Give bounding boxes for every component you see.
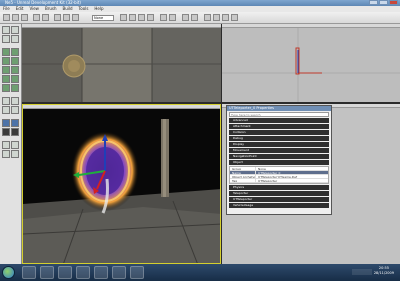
property-row[interactable]: Tag UTTeleporter bbox=[230, 179, 328, 183]
udk-taskbar-icon[interactable] bbox=[130, 266, 144, 279]
properties-title[interactable]: UTTeleporter_0 Properties bbox=[227, 106, 331, 111]
add-volume-icon[interactable] bbox=[2, 119, 10, 127]
perspective-viewport-main[interactable] bbox=[22, 104, 221, 264]
window-controls bbox=[368, 0, 398, 5]
stone-floor-scene bbox=[22, 28, 221, 102]
curved-stair-brush-icon[interactable] bbox=[11, 57, 19, 65]
mirror-y-icon[interactable] bbox=[11, 150, 19, 158]
property-key: Object Archetype bbox=[232, 175, 256, 178]
sheet-brush-icon[interactable] bbox=[2, 75, 10, 83]
select-icon[interactable] bbox=[11, 119, 19, 127]
category-teleporter[interactable]: Teleporter bbox=[229, 191, 329, 196]
search-icon[interactable] bbox=[54, 14, 61, 21]
explorer-taskbar-icon[interactable] bbox=[22, 266, 36, 279]
category-navigationpoint[interactable]: NavigationPoint bbox=[229, 154, 329, 159]
play-console-icon[interactable] bbox=[169, 14, 176, 21]
windows-taskbar: 20:55 28/11/2009 bbox=[0, 264, 400, 281]
minimize-button[interactable] bbox=[369, 0, 378, 5]
geometry-mode-icon[interactable] bbox=[11, 26, 19, 34]
property-key: Tag bbox=[230, 179, 256, 182]
main-toolbar: None bbox=[0, 12, 400, 24]
grid-icon[interactable] bbox=[204, 14, 211, 21]
close-button[interactable] bbox=[389, 0, 398, 5]
category-collision[interactable]: Collision bbox=[229, 130, 329, 135]
system-tray[interactable] bbox=[352, 269, 372, 275]
category-physics[interactable]: Physics bbox=[229, 185, 329, 190]
snap-icon[interactable] bbox=[213, 14, 220, 21]
category-debug[interactable]: Debug bbox=[229, 136, 329, 141]
maximize-button[interactable] bbox=[379, 0, 388, 5]
new-icon[interactable] bbox=[3, 14, 10, 21]
open-icon[interactable] bbox=[12, 14, 19, 21]
clock-date: 28/11/2009 bbox=[373, 271, 394, 275]
search-select[interactable]: None bbox=[92, 15, 114, 21]
app-taskbar-icon[interactable] bbox=[76, 266, 90, 279]
category-movement[interactable]: Movement bbox=[229, 148, 329, 153]
build-all-icon[interactable] bbox=[147, 14, 154, 21]
category-display[interactable]: Display bbox=[229, 142, 329, 147]
redo-icon[interactable] bbox=[42, 14, 49, 21]
csg-add-icon[interactable] bbox=[2, 97, 10, 105]
build-paths-icon[interactable] bbox=[138, 14, 145, 21]
cube-brush-icon[interactable] bbox=[2, 48, 10, 56]
teleporter-scene bbox=[23, 109, 220, 263]
properties-panel: UTTeleporter_0 Properties Type here to s… bbox=[226, 105, 332, 215]
start-button[interactable] bbox=[2, 266, 15, 279]
csg-intersect-icon[interactable] bbox=[2, 106, 10, 114]
mode-toolbar bbox=[0, 24, 22, 264]
show-all-icon[interactable] bbox=[2, 141, 10, 149]
property-value[interactable]: UTTeleporter_0 bbox=[256, 171, 328, 174]
skype-taskbar-icon[interactable] bbox=[94, 266, 108, 279]
spiral-stair-brush-icon[interactable] bbox=[11, 66, 19, 74]
camera-mode-icon[interactable] bbox=[2, 26, 10, 34]
undo-icon[interactable] bbox=[33, 14, 40, 21]
folder-taskbar-icon[interactable] bbox=[112, 266, 126, 279]
property-key: Group bbox=[230, 167, 256, 170]
texture-mode-icon[interactable] bbox=[11, 35, 19, 43]
media-player-taskbar-icon[interactable] bbox=[40, 266, 54, 279]
mirror-x-icon[interactable] bbox=[2, 150, 10, 158]
side-wireframe bbox=[222, 28, 400, 102]
terrain-mode-icon[interactable] bbox=[2, 35, 10, 43]
property-value[interactable]: UTTeleporter bbox=[256, 179, 328, 182]
property-key: Name bbox=[230, 171, 256, 174]
scale-snap-icon[interactable] bbox=[231, 14, 238, 21]
linear-stair-brush-icon[interactable] bbox=[2, 66, 10, 74]
property-value[interactable]: None bbox=[256, 167, 328, 170]
perspective-viewport-top[interactable] bbox=[22, 24, 221, 102]
taskbar-clock[interactable]: 20:55 28/11/2009 bbox=[374, 266, 394, 276]
property-value[interactable]: UTTeleporter'UTGame.Def bbox=[256, 175, 328, 178]
category-advanced[interactable]: Advanced bbox=[229, 118, 329, 123]
tetrahedron-brush-icon[interactable] bbox=[11, 84, 19, 92]
properties-search-input[interactable]: Type here to search bbox=[229, 112, 329, 117]
category-attachment[interactable]: Attachment bbox=[229, 124, 329, 129]
photoshop-taskbar-icon[interactable] bbox=[58, 266, 72, 279]
kismet-icon[interactable] bbox=[182, 14, 189, 21]
build-geometry-icon[interactable] bbox=[120, 14, 127, 21]
side-viewport[interactable] bbox=[222, 24, 400, 102]
csg-deintersect-icon[interactable] bbox=[11, 106, 19, 114]
hide-actor-icon[interactable] bbox=[11, 128, 19, 136]
show-actor-icon[interactable] bbox=[2, 128, 10, 136]
sphere-brush-icon[interactable] bbox=[11, 75, 19, 83]
camera-icon[interactable] bbox=[72, 14, 79, 21]
invert-selection-icon[interactable] bbox=[11, 141, 19, 149]
matinee-icon[interactable] bbox=[191, 14, 198, 21]
play-icon[interactable] bbox=[160, 14, 167, 21]
save-icon[interactable] bbox=[21, 14, 28, 21]
category-utteleporter[interactable]: UTTeleporter bbox=[229, 197, 329, 202]
build-lighting-icon[interactable] bbox=[129, 14, 136, 21]
category-object[interactable]: Object bbox=[229, 160, 329, 165]
volumetric-brush-icon[interactable] bbox=[2, 84, 10, 92]
cone-brush-icon[interactable] bbox=[11, 48, 19, 56]
category-vehicleusage[interactable]: VehicleUsage bbox=[229, 203, 329, 208]
cylinder-brush-icon[interactable] bbox=[2, 57, 10, 65]
rotate-snap-icon[interactable] bbox=[222, 14, 229, 21]
csg-subtract-icon[interactable] bbox=[11, 97, 19, 105]
object-properties-grid: Group None Name UTTeleporter_0 Object Ar… bbox=[229, 166, 329, 184]
browser-icon[interactable] bbox=[63, 14, 70, 21]
